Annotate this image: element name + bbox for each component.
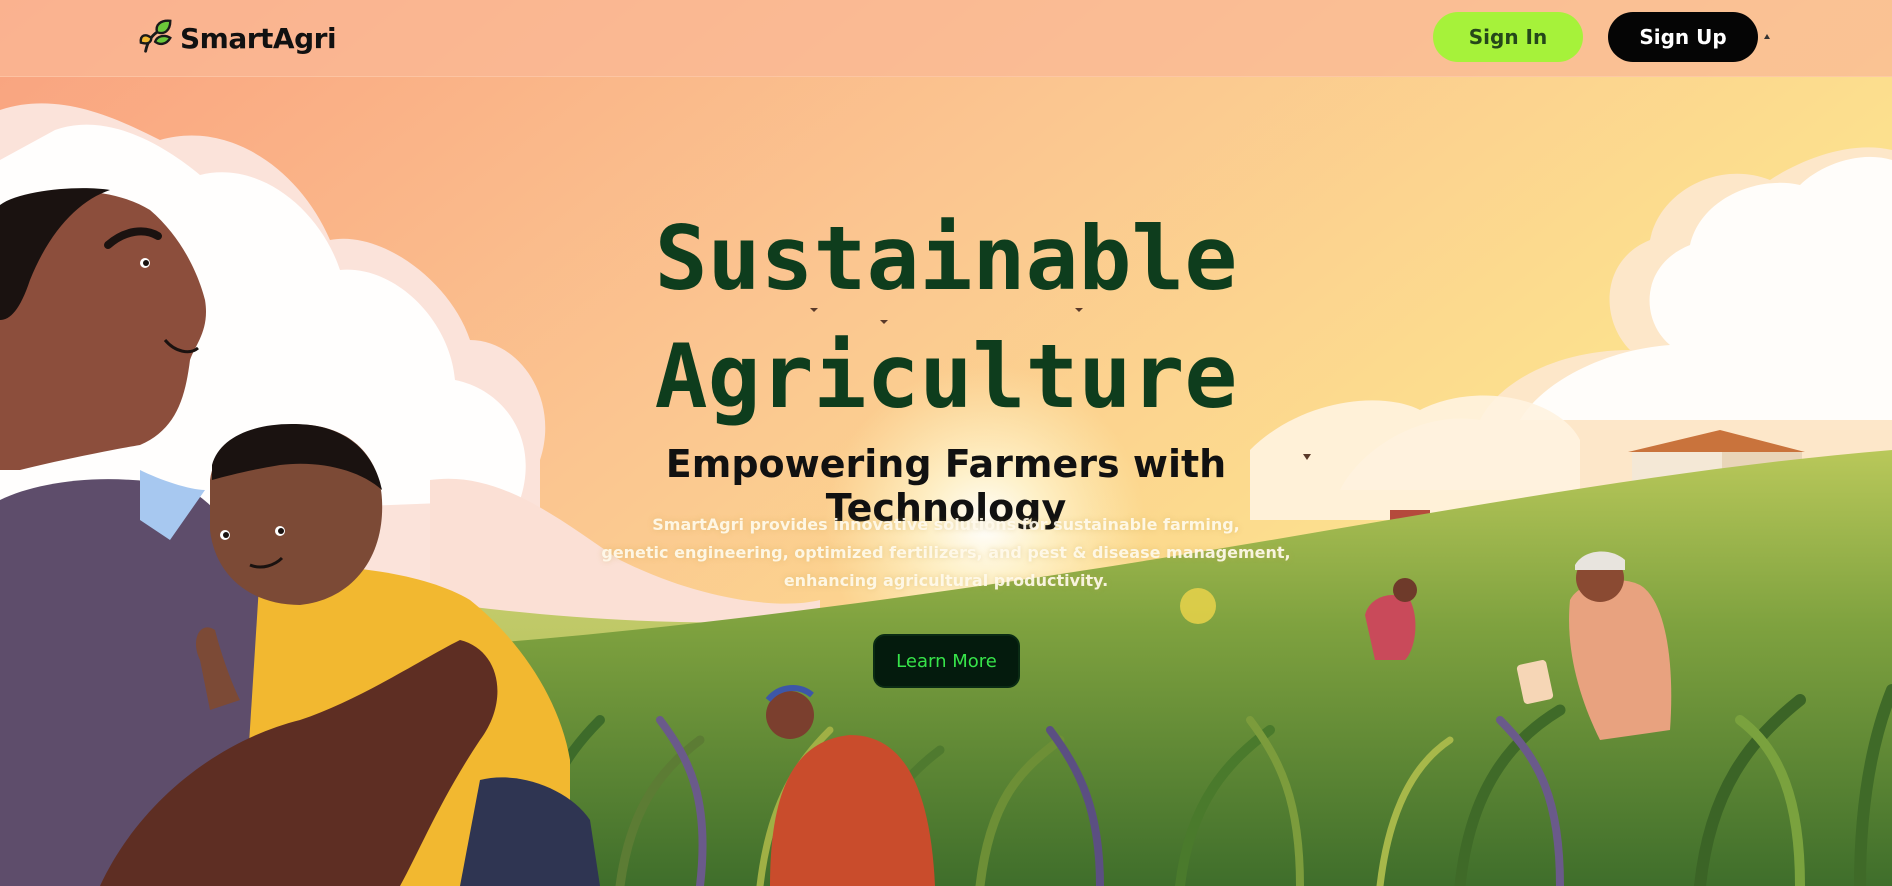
hero-description: SmartAgri provides innovative solutions … [596,511,1296,595]
caret-up-icon [1764,34,1770,39]
hero-description-line3: enhancing agricultural productivity. [783,571,1109,590]
learn-more-button[interactable]: Learn More [873,634,1020,688]
brand-name: SmartAgri [180,21,337,55]
hero-title-line2: Agriculture [654,325,1238,428]
sprout-icon [138,17,176,59]
sign-in-button[interactable]: Sign In [1433,12,1583,62]
hero-title-line1: Sustainable [654,207,1238,310]
sign-up-button[interactable]: Sign Up [1608,12,1758,62]
hero-title: Sustainable Agriculture [546,200,1346,436]
hero-description-line2: genetic engineering, optimized fertilize… [601,543,1291,562]
hero-description-line1: SmartAgri provides innovative solutions … [652,515,1240,534]
brand-logo-link[interactable]: SmartAgri [138,17,337,59]
top-navbar: SmartAgri Sign In Sign Up [0,0,1892,77]
